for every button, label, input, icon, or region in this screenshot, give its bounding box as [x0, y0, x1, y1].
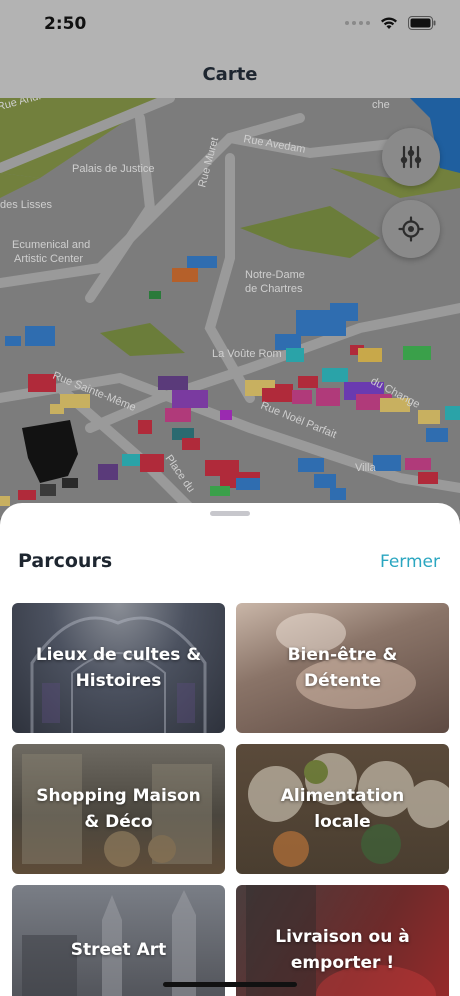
map-label-palais: Palais de Justice [72, 163, 155, 175]
status-time: 2:50 [44, 14, 87, 34]
map-label-villa: Villa [355, 462, 376, 474]
sheet-title: Parcours [18, 550, 113, 572]
card-alimentation[interactable]: Alimentation locale [236, 744, 449, 874]
card-lieux-de-cultes[interactable]: Lieux de cultes & Histoires [12, 603, 225, 733]
card-shopping[interactable]: Shopping Maison & Déco [12, 744, 225, 874]
map-label-des-lisses: des Lisses [0, 199, 52, 211]
map-label-notre-dame-2: de Chartres [245, 283, 303, 295]
status-bar: 2:50 [0, 0, 460, 50]
card-label: Alimentation locale [280, 786, 405, 832]
card-street-art[interactable]: Street Art [12, 885, 225, 996]
card-bien-etre[interactable]: Bien-être & Détente [236, 603, 449, 733]
parcours-sheet: Parcours Fermer Lieux de cultes & Histoi… [0, 503, 460, 996]
sliders-icon [400, 145, 422, 169]
map-view[interactable]: Rue André Gagnon Rue Avedam Rue Muret Pa… [0, 98, 460, 518]
card-label: Street Art [70, 940, 167, 960]
page-title: Carte [202, 63, 258, 85]
map-label-notre-dame-1: Notre-Dame [245, 269, 305, 281]
home-indicator[interactable] [163, 982, 297, 987]
card-label: Bien-être & Détente [287, 645, 398, 691]
locate-icon [398, 216, 424, 242]
map-label-ecumenical-2: Artistic Center [14, 253, 83, 265]
battery-icon [408, 16, 436, 30]
card-label: Livraison ou à emporter ! [275, 927, 410, 973]
wifi-icon [381, 17, 397, 29]
locate-button[interactable] [382, 200, 440, 258]
filter-button[interactable] [382, 128, 440, 186]
map-label-ecumenical-1: Ecumenical and [12, 239, 90, 251]
card-label: Lieux de cultes & Histoires [35, 645, 202, 691]
sheet-grabber[interactable] [210, 511, 250, 516]
card-label: Shopping Maison & Déco [36, 786, 201, 832]
card-livraison[interactable]: Livraison ou à emporter ! [236, 885, 449, 996]
map-label-voute: La Voûte Rom [212, 348, 282, 360]
signal-icon [345, 21, 370, 25]
nav-bar: Carte [0, 50, 460, 98]
map-label-che: che [372, 99, 390, 111]
status-icons [345, 16, 436, 30]
close-button[interactable]: Fermer [380, 552, 440, 572]
